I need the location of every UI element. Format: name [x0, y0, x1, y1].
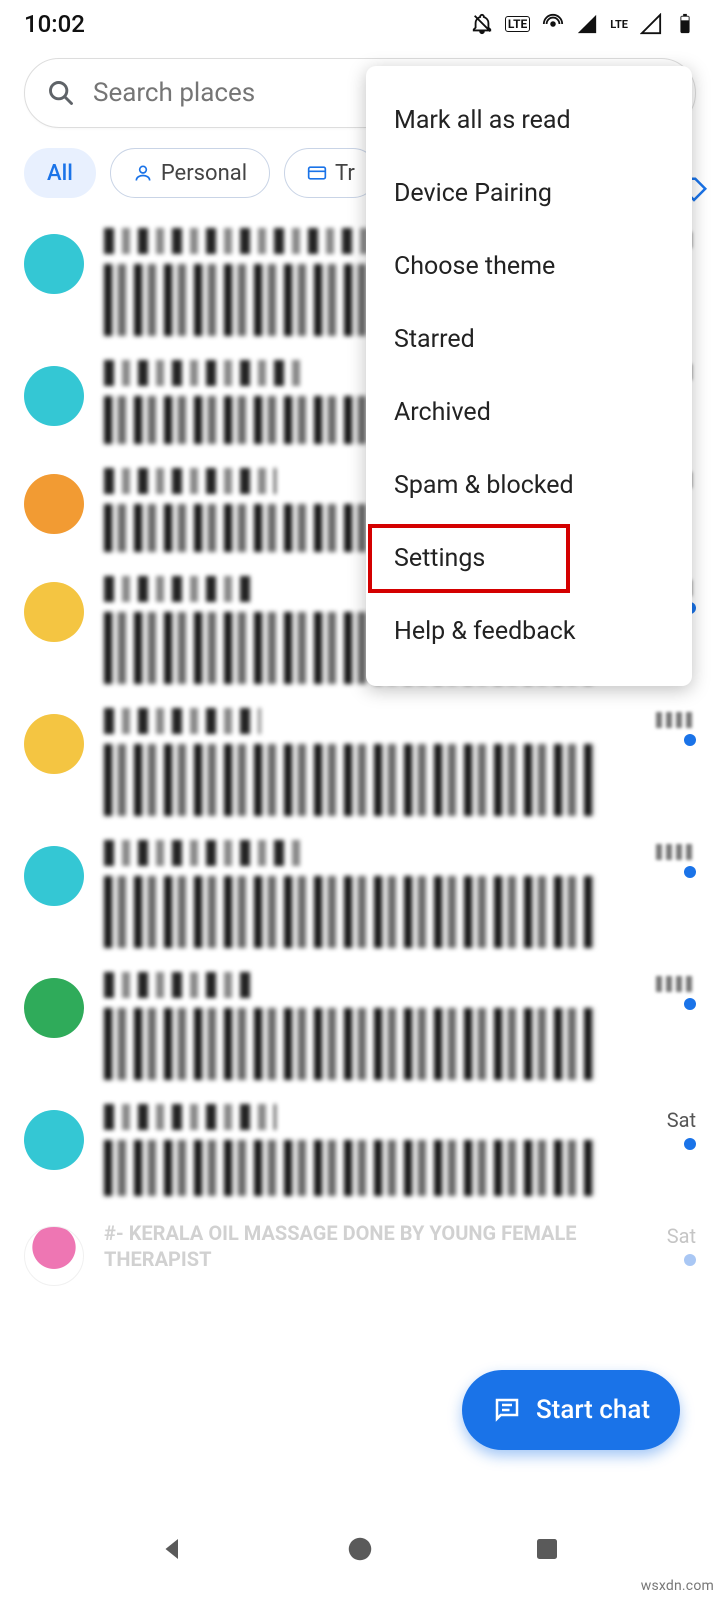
- menu-choose-theme[interactable]: Choose theme: [366, 230, 692, 303]
- row-meta: Sat: [616, 1220, 696, 1266]
- search-icon: [47, 79, 75, 107]
- row-time: Sat: [667, 1108, 696, 1132]
- chat-icon: [492, 1395, 522, 1425]
- censored-title: [104, 360, 301, 386]
- avatar: [24, 978, 84, 1038]
- censored-title: [104, 1104, 276, 1130]
- menu-device-pairing[interactable]: Device Pairing: [366, 157, 692, 230]
- menu-settings[interactable]: Settings: [366, 522, 572, 595]
- censored-title: [104, 972, 252, 998]
- censored-preview: [104, 1008, 596, 1080]
- avatar: [24, 846, 84, 906]
- avatar: [24, 1110, 84, 1170]
- menu-archived[interactable]: Archived: [366, 376, 692, 449]
- avatar: [24, 474, 84, 534]
- censored-preview: [104, 744, 596, 816]
- censored-time: [656, 976, 696, 992]
- censored-title: [104, 840, 301, 866]
- chip-all[interactable]: All: [24, 148, 96, 198]
- row-content: [104, 972, 596, 1080]
- row-meta: [616, 840, 696, 878]
- censored-title: [104, 468, 276, 494]
- chip-all-label: All: [47, 161, 73, 186]
- person-icon: [133, 163, 153, 183]
- unread-dot: [684, 1138, 696, 1150]
- avatar: [24, 234, 84, 294]
- system-nav-bar: [0, 1534, 720, 1564]
- censored-title: [104, 576, 252, 602]
- battery-icon: [674, 13, 696, 35]
- conversation-row[interactable]: [0, 828, 720, 960]
- lte-indicator: LTE: [610, 18, 628, 31]
- overflow-menu: Mark all as read Device Pairing Choose t…: [366, 66, 692, 686]
- row-time: Sat: [667, 1224, 696, 1248]
- unread-dot: [684, 1254, 696, 1266]
- row-meta: Sat: [616, 1104, 696, 1150]
- menu-mark-all-read[interactable]: Mark all as read: [366, 84, 692, 157]
- row-preview: #- KERALA OIL MASSAGE DONE BY YOUNG FEMA…: [104, 1220, 596, 1272]
- row-content: [104, 840, 596, 948]
- status-bar: 10:02 LTE LTE: [0, 0, 720, 48]
- signal-2-icon: [640, 13, 662, 35]
- card-icon: [307, 163, 327, 183]
- avatar: [24, 1226, 84, 1286]
- chip-personal-label: Personal: [161, 161, 247, 186]
- notifications-off-icon: [471, 13, 493, 35]
- censored-preview: [104, 876, 596, 948]
- conversation-row[interactable]: #- KERALA OIL MASSAGE DONE BY YOUNG FEMA…: [0, 1208, 720, 1298]
- conversation-row[interactable]: [0, 696, 720, 828]
- conversation-row[interactable]: Sat: [0, 1092, 720, 1208]
- signal-icon: [576, 13, 598, 35]
- menu-spam-blocked[interactable]: Spam & blocked: [366, 449, 692, 522]
- status-icons: LTE LTE: [471, 13, 696, 35]
- row-content: #- KERALA OIL MASSAGE DONE BY YOUNG FEMA…: [104, 1220, 596, 1272]
- chip-transactions-label: Transactions: [335, 161, 355, 186]
- status-time: 10:02: [24, 10, 85, 38]
- row-meta: [616, 708, 696, 746]
- conversation-row[interactable]: [0, 960, 720, 1092]
- unread-dot: [684, 734, 696, 746]
- row-content: [104, 1104, 596, 1196]
- avatar: [24, 714, 84, 774]
- nav-back-icon[interactable]: [158, 1534, 188, 1564]
- chip-personal[interactable]: Personal: [110, 148, 270, 198]
- nav-home-icon[interactable]: [345, 1534, 375, 1564]
- menu-starred[interactable]: Starred: [366, 303, 692, 376]
- unread-dot: [684, 866, 696, 878]
- censored-time: [656, 712, 696, 728]
- chip-transactions[interactable]: Transactions: [284, 148, 378, 198]
- censored-title: [104, 708, 261, 734]
- watermark: wsxdn.com: [641, 1578, 714, 1594]
- avatar: [24, 366, 84, 426]
- unread-dot: [684, 998, 696, 1010]
- nav-recents-icon[interactable]: [532, 1534, 562, 1564]
- censored-preview: [104, 1140, 596, 1196]
- menu-help-feedback[interactable]: Help & feedback: [366, 595, 692, 668]
- fab-label: Start chat: [536, 1395, 650, 1425]
- lte-call-icon: LTE: [505, 16, 530, 32]
- start-chat-fab[interactable]: Start chat: [462, 1370, 680, 1450]
- censored-time: [656, 844, 696, 860]
- hotspot-icon: [542, 13, 564, 35]
- avatar: [24, 582, 84, 642]
- row-meta: [616, 972, 696, 1010]
- row-content: [104, 708, 596, 816]
